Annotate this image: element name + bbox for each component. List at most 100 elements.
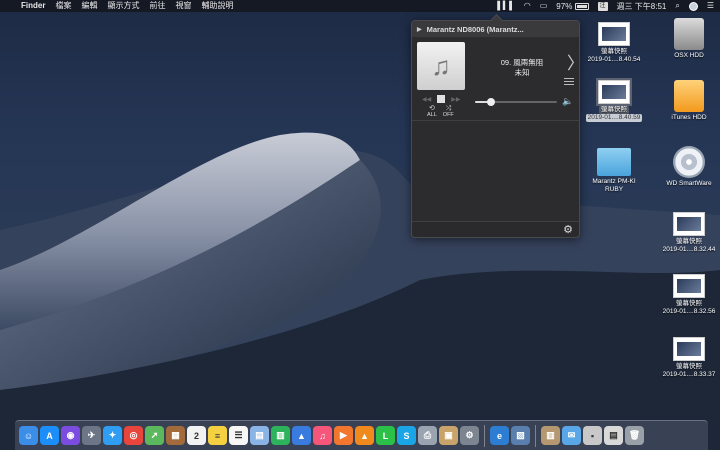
trash-icon[interactable]: 🗑 [625, 426, 644, 445]
desktop-icon-wd-smartware[interactable]: WD SmartWare [653, 146, 720, 188]
screenshot-thumbnail-icon [596, 78, 632, 106]
hard-drive-icon [674, 18, 704, 50]
desktop-icon-sublabel: 2019-01....8.40.54 [587, 56, 641, 63]
desktop-icon-osx-hdd[interactable]: OSX HDD [653, 18, 720, 60]
siri-app-icon[interactable]: ◉ [61, 426, 80, 445]
volume-slider-knob[interactable] [487, 98, 496, 106]
notebook-app-icon[interactable]: ▦ [166, 426, 185, 445]
desktop-icon-marantz-folder[interactable]: Marantz PM-KI RUBY [578, 148, 650, 194]
battery-status[interactable]: 97% [556, 1, 589, 11]
desktop-icon-label: 螢幕快照 [676, 300, 702, 307]
shuffle-label: OFF [442, 112, 454, 118]
documents-stack-icon[interactable]: ▤ [604, 426, 623, 445]
repeat-label: ALL [427, 112, 437, 118]
downloads-stack-icon[interactable]: ▥ [541, 426, 560, 445]
scanner-app-icon[interactable]: ⎙ [418, 426, 437, 445]
airplay-icon[interactable]: ▭ [540, 0, 548, 12]
shuffle-toggle[interactable]: ⤨ OFF [443, 105, 454, 118]
player-header[interactable]: ▶ Marantz ND8006 (Marantz... [412, 21, 579, 37]
app-store-app-icon[interactable]: A [40, 426, 59, 445]
audio-status-icon[interactable]: ▌▍▌ [497, 0, 515, 12]
chrome-app-icon[interactable]: ◎ [124, 426, 143, 445]
dock: ☺ A ◉ ✈ ✦ ◎ ➚ ▦ 2 ≡ ☰ ▤ ▥ ▲ ♫ ▶ ▲ L S ⎙ ▣ ⚙ e ▧ ▥ ✉ ▪ ▤ 🗑 [15, 420, 708, 450]
player-app-icon[interactable]: ▶ [334, 426, 353, 445]
music-note-icon: ♫ [431, 50, 451, 81]
desktop-icon-screenshot[interactable]: 螢幕快照 2019-01....8.33.37 [653, 337, 720, 379]
dock-separator [535, 424, 536, 447]
dock-separator [484, 424, 485, 447]
desktop-icon-sublabel: 2019-01....8.32.56 [662, 308, 716, 315]
transport-controls: ◀◀ ▶▶ [422, 95, 460, 103]
desktop-icon-sublabel: 2019-01....8.33.37 [662, 371, 716, 378]
notes-app-icon[interactable]: ≡ [208, 426, 227, 445]
user-avatar-icon[interactable] [688, 1, 698, 11]
desktop-icon-screenshot[interactable]: 螢幕快照 2019-01....8.32.44 [653, 212, 720, 254]
input-method-icon[interactable]: 注 [597, 1, 608, 11]
menu-finder[interactable]: Finder [16, 0, 50, 12]
desktop-icon-label: 螢幕快照 [601, 48, 627, 55]
desktop-icon-label: WD SmartWare [666, 180, 712, 187]
itunes-app-icon[interactable]: ♫ [313, 426, 332, 445]
finder-app-icon[interactable]: ☺ [19, 426, 38, 445]
external-drive-icon [674, 80, 704, 112]
stop-button[interactable] [437, 95, 446, 103]
desktop-icon-itunes-hdd[interactable]: iTunes HDD [653, 80, 720, 122]
desktop-icon-sublabel: 2019-01....8.40.59 [585, 114, 643, 122]
preview-app-icon[interactable]: ▤ [250, 426, 269, 445]
screenshot-stack-icon[interactable]: ▪ [583, 426, 602, 445]
shuffle-icon: ⤨ [445, 105, 452, 112]
desktop-icon-label: 螢幕快照 [676, 363, 702, 370]
desktop-icon-sublabel: 2019-01....8.32.44 [662, 246, 716, 253]
album-artwork: ♫ [417, 42, 465, 90]
spotlight-search-icon[interactable]: ⌕ [675, 0, 679, 12]
screenshot-thumbnail-icon [598, 22, 630, 46]
volume-slider[interactable] [475, 98, 557, 106]
gear-icon[interactable]: ⚙ [563, 223, 573, 236]
vlc-app-icon[interactable]: ▲ [355, 426, 374, 445]
maps-app-icon[interactable]: ➚ [145, 426, 164, 445]
system-preferences-app-icon[interactable]: ⚙ [460, 426, 479, 445]
safari-app-icon[interactable]: ✦ [103, 426, 122, 445]
menu-clock[interactable]: 週三 下午8:51 [617, 1, 667, 12]
menu-window[interactable]: 視窗 [170, 0, 196, 12]
edge-app-icon[interactable]: e [490, 426, 509, 445]
menu-view[interactable]: 顯示方式 [102, 0, 144, 12]
line-app-icon[interactable]: L [376, 426, 395, 445]
menu-help[interactable]: 輔助說明 [196, 0, 238, 12]
wifi-icon[interactable]: ◠ [524, 0, 531, 12]
menu-bar: Finder 檔案 編輯 顯示方式 前往 視窗 輔助說明 ▌▍▌ ◠ ▭ 97%… [0, 0, 720, 12]
desktop-wallpaper [0, 132, 720, 450]
menu-file[interactable]: 檔案 [50, 0, 76, 12]
desktop-icon-screenshot[interactable]: 螢幕快照 2019-01....8.32.56 [653, 274, 720, 316]
keynote-app-icon[interactable]: ▲ [292, 426, 311, 445]
desktop-icon-sublabel: RUBY [604, 186, 624, 193]
archive-app-icon[interactable]: ▣ [439, 426, 458, 445]
screenshot-thumbnail-icon [673, 274, 705, 298]
desktop-icon-label: iTunes HDD [671, 114, 707, 121]
next-track-icon[interactable]: ▶▶ [451, 96, 460, 103]
playback-modes: ⟲ ALL ⤨ OFF [427, 105, 454, 118]
player-footer: ⚙ [412, 221, 579, 237]
numbers-app-icon[interactable]: ▥ [271, 426, 290, 445]
repeat-toggle[interactable]: ⟲ ALL [427, 105, 437, 118]
skype-app-icon[interactable]: S [397, 426, 416, 445]
menu-edit[interactable]: 編輯 [76, 0, 102, 12]
screenshot-thumbnail-icon [673, 212, 705, 236]
notification-center-icon[interactable]: ☰ [707, 0, 714, 12]
calendar-app-icon[interactable]: 2 [187, 426, 206, 445]
reminders-app-icon[interactable]: ☰ [229, 426, 248, 445]
mail-app-icon[interactable]: ✉ [562, 426, 581, 445]
desktop-icon-label: Marantz PM-KI [592, 178, 636, 185]
speaker-icon[interactable]: 🔈 [562, 96, 573, 107]
queue-list-icon[interactable] [564, 78, 574, 86]
disclosure-triangle-icon[interactable]: ▶ [417, 26, 422, 33]
battery-percent: 97% [556, 1, 573, 11]
launchpad-app-icon[interactable]: ✈ [82, 426, 101, 445]
image-capture-app-icon[interactable]: ▧ [511, 426, 530, 445]
folder-icon [597, 148, 631, 176]
previous-track-icon[interactable]: ◀◀ [422, 96, 431, 103]
desktop-icon-screenshot[interactable]: 螢幕快照 2019-01....8.40.54 [578, 22, 650, 64]
menu-go[interactable]: 前往 [144, 0, 170, 12]
repeat-icon: ⟲ [428, 105, 435, 112]
desktop-icon-screenshot-selected[interactable]: 螢幕快照 2019-01....8.40.59 [578, 78, 650, 122]
